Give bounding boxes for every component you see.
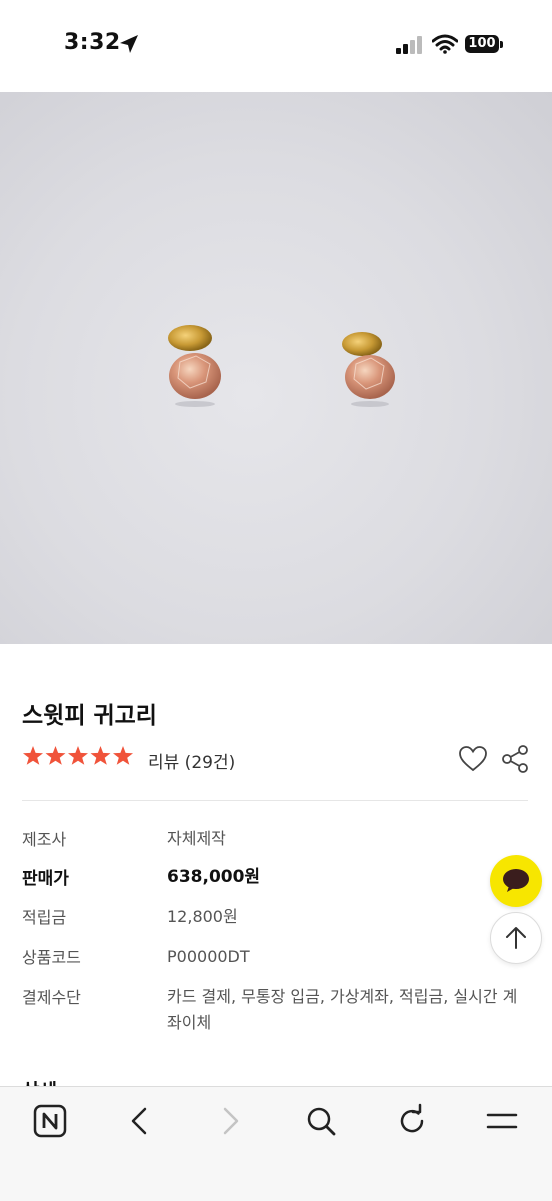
arrow-up-icon <box>506 927 526 949</box>
reload-icon[interactable] <box>394 1103 430 1139</box>
status-bar: 3:32 100 <box>0 0 552 92</box>
signal-icon <box>396 36 422 54</box>
chevron-left-icon[interactable] <box>122 1103 158 1139</box>
info-label: 판매가 <box>22 869 69 889</box>
wifi-icon <box>432 34 458 54</box>
earrings-photo <box>168 325 395 407</box>
status-time: 3:32 <box>64 30 121 55</box>
product-title: 스윗피 귀고리 <box>22 703 157 729</box>
info-label: 결제수단 <box>22 988 81 1007</box>
naver-n-icon[interactable] <box>32 1103 68 1139</box>
info-label: 적립금 <box>22 908 67 927</box>
review-count-link[interactable]: 리뷰 (29건) <box>148 748 235 773</box>
browser-toolbar <box>0 1086 552 1201</box>
info-label: 제조사 <box>22 830 67 849</box>
info-label: 상품코드 <box>22 948 81 967</box>
star-icon <box>45 746 66 765</box>
info-value: 12,800원 <box>167 907 238 926</box>
chat-bubble-icon <box>503 869 529 892</box>
kakao-chat-button[interactable] <box>490 855 542 907</box>
price-value: 638,000원 <box>167 867 261 887</box>
battery-level: 100 <box>468 36 496 51</box>
scroll-top-button[interactable] <box>490 912 542 964</box>
share-icon[interactable] <box>500 744 530 774</box>
star-icon <box>23 746 43 765</box>
menu-icon[interactable] <box>484 1103 520 1139</box>
rating-stars <box>23 746 133 765</box>
chevron-right-icon[interactable] <box>212 1103 248 1139</box>
star-icon <box>90 746 111 765</box>
heart-icon[interactable] <box>458 744 488 774</box>
product-image[interactable] <box>0 92 552 644</box>
search-icon[interactable] <box>303 1103 339 1139</box>
info-value: 카드 결제, 무통장 입금, 가상계좌, 적립금, 실시간 계좌이체 <box>167 987 518 1032</box>
info-value: 자체제작 <box>167 829 226 848</box>
star-icon <box>113 746 133 765</box>
location-arrow-icon <box>120 35 138 53</box>
divider <box>22 800 528 801</box>
star-icon <box>68 746 88 765</box>
battery-icon: 100 <box>465 35 505 55</box>
info-value: P00000DT <box>167 947 250 966</box>
